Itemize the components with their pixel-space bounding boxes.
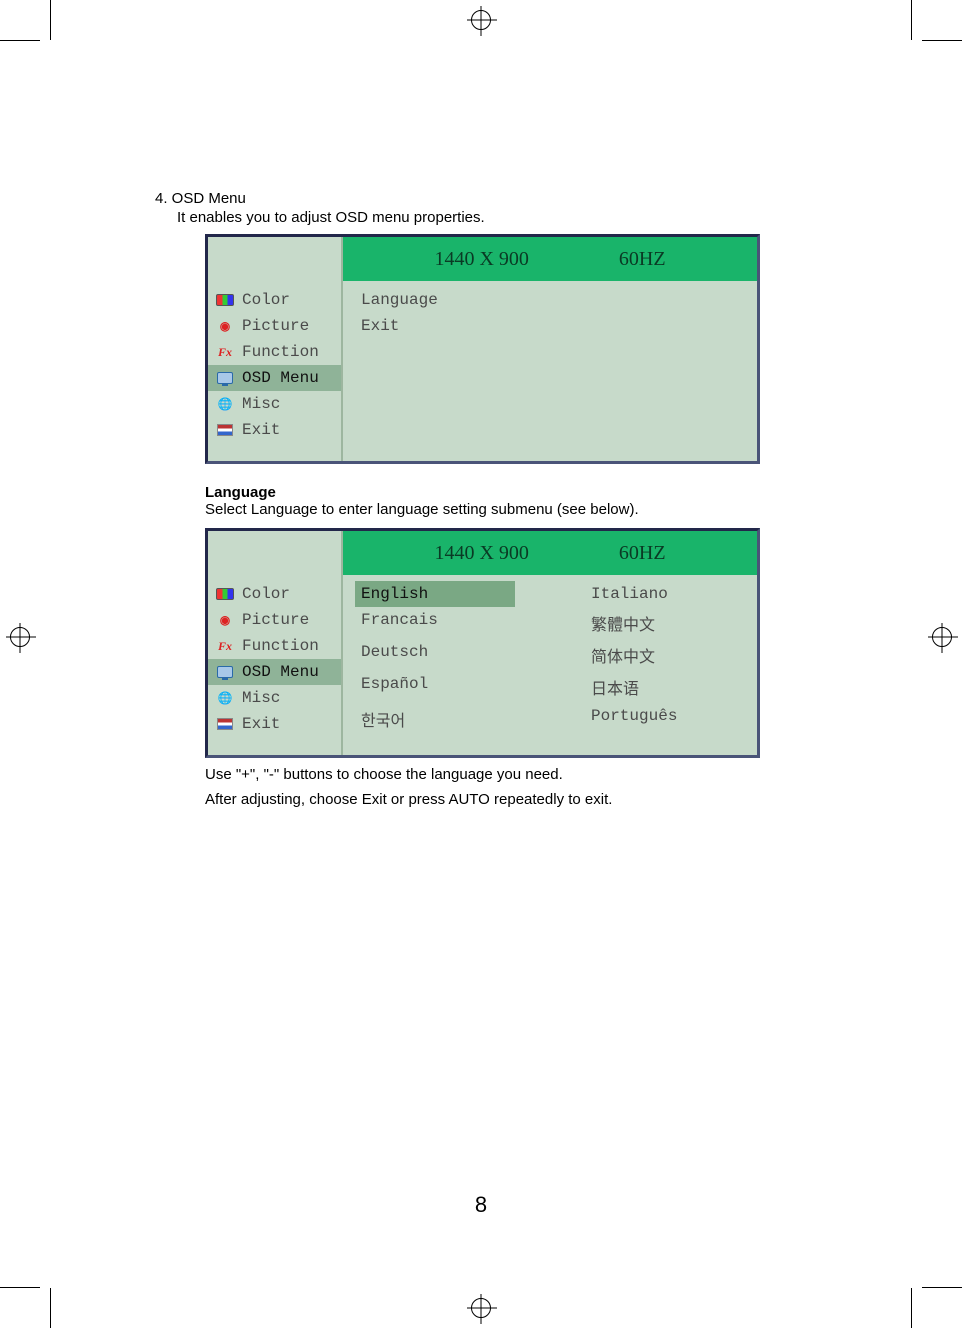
language-option-francais[interactable]: Francais: [355, 607, 515, 639]
crop-mark: [0, 1287, 40, 1288]
section-title: 4. OSD Menu: [155, 190, 805, 207]
language-option-italiano[interactable]: Italiano: [585, 581, 745, 607]
language-option-japanese[interactable]: 日本语: [585, 671, 745, 703]
sidebar-item-picture[interactable]: ◉ Picture: [208, 313, 341, 339]
osd-header: 1440 X 900 60HZ: [208, 237, 757, 281]
osd-resolution: 1440 X 900: [434, 248, 528, 271]
sidebar-item-label: Exit: [242, 421, 280, 439]
sidebar-item-exit[interactable]: Exit: [208, 711, 341, 737]
sidebar-item-label: Picture: [242, 317, 309, 335]
crop-mark: [50, 1288, 51, 1328]
osd-refresh-rate: 60HZ: [619, 542, 666, 565]
osd-option-language[interactable]: Language: [355, 287, 745, 313]
exit-icon: [216, 717, 234, 731]
rgb-icon: [216, 587, 234, 601]
osd-sidebar: Color ◉ Picture Fx Function OSD Menu 🌐 M…: [208, 281, 343, 461]
language-option-simplified-chinese[interactable]: 简体中文: [585, 639, 745, 671]
osd-panel-osdmenu: 1440 X 900 60HZ Color ◉ Picture Fx Funct…: [205, 234, 760, 464]
section-description: It enables you to adjust OSD menu proper…: [177, 209, 805, 226]
sidebar-item-picture[interactable]: ◉ Picture: [208, 607, 341, 633]
sidebar-item-label: Picture: [242, 611, 309, 629]
sidebar-item-label: Exit: [242, 715, 280, 733]
osd-resolution: 1440 X 900: [434, 542, 528, 565]
language-option-english[interactable]: English: [355, 581, 515, 607]
sidebar-item-misc[interactable]: 🌐 Misc: [208, 391, 341, 417]
sidebar-item-osdmenu[interactable]: OSD Menu: [208, 365, 341, 391]
sidebar-item-osdmenu[interactable]: OSD Menu: [208, 659, 341, 685]
globe-icon: 🌐: [216, 691, 234, 705]
osd-content: Language Exit: [343, 281, 757, 461]
sidebar-item-label: Misc: [242, 395, 280, 413]
sidebar-item-function[interactable]: Fx Function: [208, 633, 341, 659]
osd-logo: [208, 237, 343, 281]
language-option-traditional-chinese[interactable]: 繁體中文: [585, 607, 745, 639]
language-heading: Language: [205, 484, 805, 501]
sidebar-item-label: OSD Menu: [242, 663, 319, 681]
monitor-icon: [216, 371, 234, 385]
exit-icon: [216, 423, 234, 437]
registration-mark-icon: [932, 627, 952, 647]
crop-mark: [922, 1287, 962, 1288]
crop-mark: [0, 40, 40, 41]
crop-mark: [922, 40, 962, 41]
fx-icon: Fx: [216, 345, 234, 359]
language-option-korean[interactable]: 한국어: [355, 703, 515, 735]
globe-icon: 🌐: [216, 397, 234, 411]
registration-mark-icon: [471, 1298, 491, 1318]
sidebar-item-color[interactable]: Color: [208, 581, 341, 607]
crop-mark: [50, 0, 51, 40]
instruction-text: After adjusting, choose Exit or press AU…: [205, 791, 805, 808]
crop-mark: [911, 1288, 912, 1328]
crop-mark: [911, 0, 912, 40]
osd-refresh-rate: 60HZ: [619, 248, 666, 271]
sidebar-item-label: Color: [242, 291, 290, 309]
rgb-icon: [216, 293, 234, 307]
registration-mark-icon: [10, 627, 30, 647]
language-option-deutsch[interactable]: Deutsch: [355, 639, 515, 671]
page-number: 8: [0, 1192, 962, 1218]
sidebar-item-color[interactable]: Color: [208, 287, 341, 313]
osd-header: 1440 X 900 60HZ: [208, 531, 757, 575]
fx-icon: Fx: [216, 639, 234, 653]
osd-logo: [208, 531, 343, 575]
sidebar-item-label: Misc: [242, 689, 280, 707]
osd-sidebar: Color ◉ Picture Fx Function OSD Menu 🌐 M…: [208, 575, 343, 755]
sidebar-item-label: Function: [242, 637, 319, 655]
registration-mark-icon: [471, 10, 491, 30]
language-option-espanol[interactable]: Español: [355, 671, 515, 703]
osd-panel-language: 1440 X 900 60HZ Color ◉ Picture Fx Funct…: [205, 528, 760, 758]
osd-option-exit[interactable]: Exit: [355, 313, 745, 339]
language-option-portuguese[interactable]: Português: [585, 703, 745, 735]
sidebar-item-label: Function: [242, 343, 319, 361]
picture-icon: ◉: [216, 613, 234, 627]
language-description: Select Language to enter language settin…: [205, 501, 805, 518]
sidebar-item-function[interactable]: Fx Function: [208, 339, 341, 365]
sidebar-item-misc[interactable]: 🌐 Misc: [208, 685, 341, 711]
instruction-text: Use "+", "-" buttons to choose the langu…: [205, 766, 805, 783]
sidebar-item-label: OSD Menu: [242, 369, 319, 387]
monitor-icon: [216, 665, 234, 679]
sidebar-item-exit[interactable]: Exit: [208, 417, 341, 443]
osd-content-languages: English Italiano Francais 繁體中文 Deutsch 简…: [343, 575, 757, 755]
picture-icon: ◉: [216, 319, 234, 333]
sidebar-item-label: Color: [242, 585, 290, 603]
